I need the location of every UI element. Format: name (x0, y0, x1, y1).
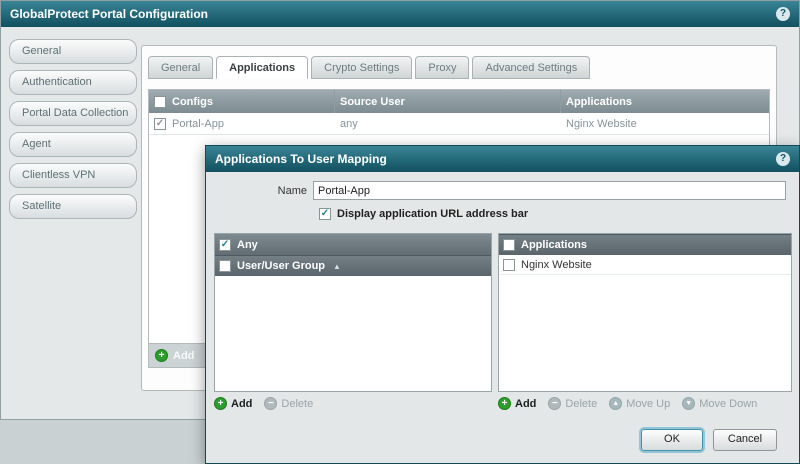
applications-panel-actions: + Add − Delete ▲ Move Up ▼ Move Down (498, 397, 757, 410)
users-list-empty (215, 276, 491, 391)
name-input[interactable] (313, 181, 786, 200)
application-item-nginx[interactable]: Nginx Website (499, 255, 791, 275)
applications-list-empty (499, 275, 791, 391)
mapping-dialog-header: Applications To User Mapping ? (206, 146, 799, 172)
mapping-dialog-title: Applications To User Mapping (215, 152, 776, 166)
applications-add-button[interactable]: + Add (498, 397, 536, 410)
sidebar-item-clientless-vpn[interactable]: Clientless VPN (9, 163, 137, 188)
sidebar-item-authentication[interactable]: Authentication (9, 70, 137, 95)
application-item-checkbox[interactable] (503, 259, 515, 271)
any-label: Any (237, 239, 258, 251)
user-group-header-row[interactable]: User/User Group ▲ (215, 255, 491, 276)
url-bar-row[interactable]: ✓ Display application URL address bar (319, 208, 528, 220)
help-icon[interactable]: ? (776, 152, 790, 166)
select-all-checkbox[interactable] (154, 96, 166, 108)
tab-general[interactable]: General (148, 56, 213, 79)
header-configs-label: Configs (172, 96, 213, 108)
cell-configs: ✓ Portal-App (149, 113, 335, 134)
portal-dialog-header: GlobalProtect Portal Configuration ? (1, 1, 799, 27)
header-source-user-label: Source User (340, 96, 405, 108)
header-source-user: Source User (335, 90, 561, 113)
help-icon[interactable]: ? (776, 7, 790, 21)
move-up-button: ▲ Move Up (609, 397, 670, 410)
applications-panel: Applications Nginx Website (498, 233, 792, 392)
tab-proxy[interactable]: Proxy (415, 56, 469, 79)
cell-source-user: any (335, 113, 561, 134)
move-up-icon: ▲ (609, 397, 622, 410)
sidebar-item-satellite[interactable]: Satellite (9, 194, 137, 219)
users-add-button[interactable]: + Add (214, 397, 252, 410)
sort-ascending-icon[interactable]: ▲ (333, 262, 341, 271)
tab-crypto-settings[interactable]: Crypto Settings (311, 56, 412, 79)
sidebar-item-agent[interactable]: Agent (9, 132, 137, 157)
table-row-portal-app[interactable]: ✓ Portal-App any Nginx Website (149, 113, 769, 135)
row-checkbox[interactable]: ✓ (154, 118, 166, 130)
users-delete-button: − Delete (264, 397, 313, 410)
cell-configs-text[interactable]: Portal-App (172, 118, 224, 130)
configs-table-header: Configs Source User Applications (149, 90, 769, 113)
applications-header-row[interactable]: Applications (499, 234, 791, 255)
tab-applications[interactable]: Applications (216, 56, 308, 79)
add-icon: + (214, 397, 227, 410)
table-add-button[interactable]: Add (173, 350, 194, 362)
tab-bar: General Applications Crypto Settings Pro… (142, 46, 776, 79)
any-checkbox[interactable]: ✓ (219, 239, 231, 251)
add-icon: + (155, 349, 168, 362)
display-url-bar-label: Display application URL address bar (337, 208, 528, 220)
applications-select-all-checkbox[interactable] (503, 239, 515, 251)
users-panel: ✓ Any User/User Group ▲ (214, 233, 492, 392)
delete-icon: − (548, 397, 561, 410)
application-item-label: Nginx Website (521, 259, 592, 271)
user-group-select-all-checkbox[interactable] (219, 260, 231, 272)
delete-icon: − (264, 397, 277, 410)
portal-dialog-title: GlobalProtect Portal Configuration (10, 7, 776, 21)
cell-applications: Nginx Website (561, 113, 769, 134)
header-configs: Configs (149, 90, 335, 113)
cancel-button[interactable]: Cancel (713, 429, 777, 451)
users-panel-actions: + Add − Delete (214, 397, 313, 410)
add-icon: + (498, 397, 511, 410)
move-down-icon: ▼ (682, 397, 695, 410)
sidebar-item-portal-data-collection[interactable]: Portal Data Collection (9, 101, 137, 126)
name-label: Name (206, 185, 313, 197)
user-group-header-label: User/User Group (237, 260, 325, 272)
display-url-bar-checkbox[interactable]: ✓ (319, 208, 331, 220)
header-applications-label: Applications (566, 96, 632, 108)
applications-to-user-mapping-dialog: Applications To User Mapping ? Name ✓ Di… (205, 145, 800, 464)
screen: GlobalProtect Portal Configuration ? Gen… (0, 0, 800, 464)
move-down-button: ▼ Move Down (682, 397, 757, 410)
sidebar-item-general[interactable]: General (9, 39, 137, 64)
ok-button[interactable]: OK (641, 429, 703, 451)
name-row: Name (206, 181, 786, 200)
any-row[interactable]: ✓ Any (215, 234, 491, 255)
tab-advanced-settings[interactable]: Advanced Settings (472, 56, 590, 79)
header-applications: Applications (561, 90, 769, 113)
applications-delete-button: − Delete (548, 397, 597, 410)
applications-header-label: Applications (521, 239, 587, 251)
